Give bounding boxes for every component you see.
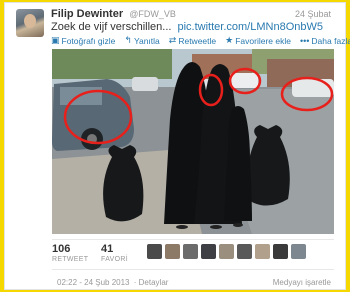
retweet-label: Retweetle [178, 35, 217, 46]
tweet-card: Filip Dewinter @FDW_VB 24 Şubat Zoek de … [4, 2, 350, 290]
favoriter-avatar[interactable] [147, 244, 162, 259]
favorite-button[interactable]: ★ Favorilere ekle [225, 35, 291, 46]
details-link[interactable]: · Detaylar [134, 278, 169, 287]
favoriter-avatar[interactable] [183, 244, 198, 259]
tweet-body: Zoek de vijf verschillen... [51, 21, 172, 33]
favoriter-avatar[interactable] [165, 244, 180, 259]
favoriter-avatar[interactable] [255, 244, 270, 259]
favorite-count-number: 41 [101, 243, 114, 255]
retweet-count[interactable]: 106 RETWEET [52, 243, 88, 263]
reply-button[interactable]: ↰ Yanıtla [124, 35, 159, 46]
tweet-timestamp: 02:22 - 24 Şub 2013 · Detaylar [57, 278, 168, 287]
author-name-line[interactable]: Filip Dewinter @FDW_VB [51, 8, 176, 20]
favorite-count-label: FAVORİ [101, 256, 128, 263]
favoriter-avatar[interactable] [291, 244, 306, 259]
retweet-button[interactable]: ⇄ Retweetle [169, 35, 216, 46]
reply-label: Yanıtla [133, 35, 160, 46]
favoriter-avatar[interactable] [219, 244, 234, 259]
retweet-icon: ⇄ [168, 35, 177, 45]
author-name[interactable]: Filip Dewinter [51, 8, 123, 20]
star-icon: ★ [225, 35, 234, 45]
hide-photo-label: Fotoğrafı gizle [61, 35, 116, 46]
tweet-date[interactable]: 24 Şubat [295, 9, 331, 19]
favoriter-avatar[interactable] [273, 244, 288, 259]
favoriters-avatars [147, 244, 306, 259]
favoriter-avatar[interactable] [237, 244, 252, 259]
more-label: Daha fazla [311, 35, 350, 46]
retweet-count-label: RETWEET [52, 256, 89, 263]
tweet-text: Zoek de vijf verschillen... pic.twitter.… [51, 21, 323, 33]
more-icon: ••• [299, 35, 310, 46]
favorite-label: Favorilere ekle [235, 35, 291, 46]
divider [52, 269, 334, 270]
favoriter-avatar[interactable] [201, 244, 216, 259]
photo-icon: ▣ [51, 35, 60, 45]
more-button[interactable]: ••• Daha fazla [300, 35, 350, 46]
hide-photo-button[interactable]: ▣ Fotoğrafı gizle [51, 35, 115, 46]
tweet-actions: ▣ Fotoğrafı gizle ↰ Yanıtla ⇄ Retweetle … [51, 35, 350, 46]
flag-media-link[interactable]: Medyayı işaretle [273, 278, 331, 287]
author-handle[interactable]: @FDW_VB [129, 9, 176, 19]
tweet-photo[interactable] [52, 49, 334, 234]
tweet-link[interactable]: pic.twitter.com/LMNn8OnbW5 [178, 21, 324, 33]
avatar[interactable] [16, 9, 44, 37]
reply-icon: ↰ [124, 35, 132, 45]
retweet-count-number: 106 [52, 243, 71, 255]
divider [52, 239, 334, 240]
timestamp-text: 02:22 - 24 Şub 2013 [57, 278, 130, 287]
favorite-count[interactable]: 41 FAVORİ [101, 243, 128, 263]
photo-illustration [52, 49, 334, 234]
